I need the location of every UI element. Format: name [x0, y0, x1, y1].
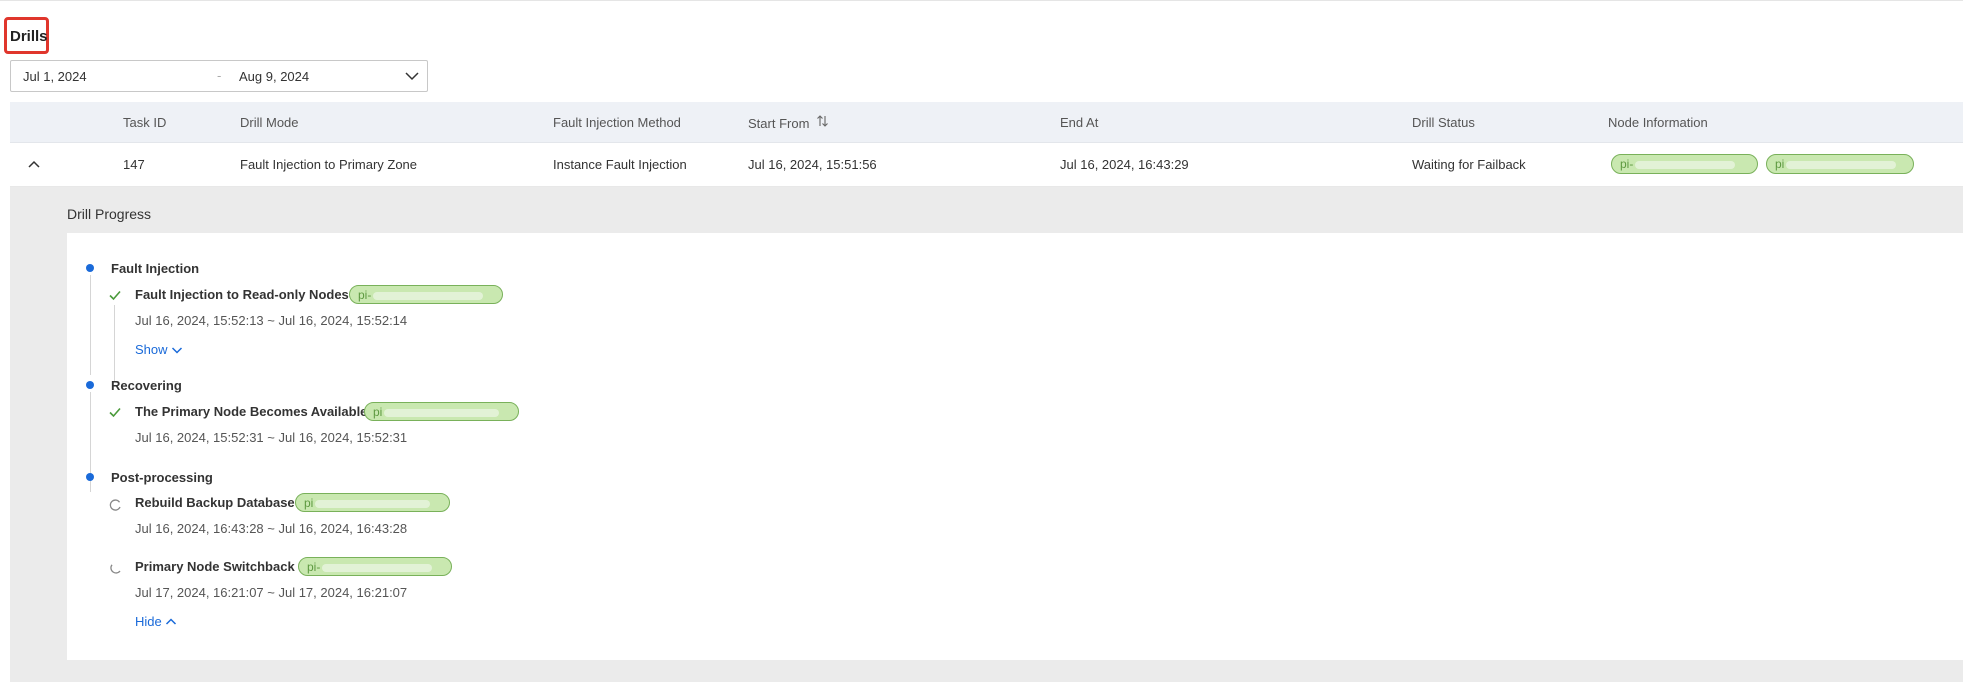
column-header-start-from[interactable]: Start From [748, 115, 829, 131]
stage-label-recovering: Recovering [111, 378, 182, 393]
cell-drill-status: Waiting for Failback [1412, 157, 1526, 172]
cell-fault-method: Instance Fault Injection [553, 157, 687, 172]
check-icon [109, 290, 121, 301]
column-header-fault-method: Fault Injection Method [553, 115, 681, 130]
table-row[interactable]: 147 Fault Injection to Primary Zone Inst… [10, 143, 1963, 187]
cell-start-from: Jul 16, 2024, 15:51:56 [748, 157, 877, 172]
column-header-drill-mode: Drill Mode [240, 115, 299, 130]
node-tag-text: pi- [1620, 157, 1634, 171]
node-tag[interactable]: pi- [349, 285, 503, 304]
loading-spinner-icon [110, 564, 121, 574]
step-time: Jul 16, 2024, 15:52:31 ~ Jul 16, 2024, 1… [135, 430, 408, 445]
column-header-drill-status: Drill Status [1412, 115, 1475, 130]
sort-icon[interactable] [817, 115, 829, 127]
step-label: Primary Node Switchback [135, 559, 295, 574]
redacted-mark [315, 499, 431, 508]
redacted-mark [1635, 160, 1736, 169]
step-time: Jul 17, 2024, 16:21:07 ~ Jul 17, 2024, 1… [135, 585, 408, 600]
node-tag-text: pi- [358, 288, 372, 302]
stage-dot [86, 381, 94, 389]
stage-dot [86, 473, 94, 481]
node-tag-text: pi [1775, 157, 1785, 171]
chevron-up-icon [165, 618, 176, 625]
column-header-task-id: Task ID [123, 115, 167, 130]
redacted-mark [373, 291, 484, 300]
step-connector [114, 305, 115, 381]
column-header-end-at: End At [1060, 115, 1099, 130]
stage-dot [86, 264, 94, 272]
row-expansion: Drill Progress Fault Injection Fault Inj… [10, 187, 1963, 682]
show-toggle-label: Show [135, 342, 168, 357]
cell-task-id: 147 [123, 157, 145, 172]
column-header-start-from-label: Start From [748, 116, 810, 131]
node-tag-text: pi- [307, 560, 321, 574]
step-time: Jul 16, 2024, 15:52:13 ~ Jul 16, 2024, 1… [135, 313, 408, 328]
node-tag[interactable]: pi- [298, 557, 452, 576]
node-tag[interactable]: pi- [1611, 154, 1758, 174]
node-tag[interactable]: pi [364, 402, 519, 421]
drill-progress-panel: Fault Injection Fault Injection to Read-… [67, 233, 1963, 660]
chevron-up-icon[interactable] [26, 156, 42, 172]
drill-progress-title: Drill Progress [67, 206, 152, 222]
redacted-mark [322, 563, 433, 572]
top-divider [0, 0, 1963, 1]
date-range-end[interactable]: Aug 9, 2024 [239, 69, 309, 84]
redacted-mark [384, 408, 500, 417]
stage-label-fault-injection: Fault Injection [111, 261, 200, 276]
redacted-mark [1786, 160, 1897, 169]
chevron-down-icon [171, 347, 182, 354]
date-range-picker[interactable]: Jul 1, 2024 - Aug 9, 2024 [10, 60, 428, 92]
chevron-down-icon[interactable] [404, 68, 420, 84]
date-range-separator: - [217, 68, 222, 83]
node-tag-text: pi [304, 496, 314, 510]
hide-toggle-label: Hide [135, 614, 162, 629]
check-icon [109, 407, 121, 418]
node-tag-text: pi [373, 405, 383, 419]
column-header-node-information: Node Information [1608, 115, 1708, 130]
step-label: The Primary Node Becomes Available [135, 404, 368, 419]
show-toggle[interactable]: Show [135, 342, 183, 357]
cell-drill-mode: Fault Injection to Primary Zone [240, 157, 418, 172]
hide-toggle[interactable]: Hide [135, 614, 177, 629]
date-range-start[interactable]: Jul 1, 2024 [23, 69, 87, 84]
step-time: Jul 16, 2024, 16:43:28 ~ Jul 16, 2024, 1… [135, 521, 408, 536]
step-label: Rebuild Backup Database [135, 495, 295, 510]
loading-spinner-icon [109, 499, 121, 511]
node-tag[interactable]: pi [295, 493, 450, 512]
cell-end-at: Jul 16, 2024, 16:43:29 [1060, 157, 1189, 172]
stage-label-post-processing: Post-processing [111, 470, 213, 485]
node-tag[interactable]: pi [1766, 154, 1914, 174]
page-title: Drills [10, 28, 48, 45]
step-label: Fault Injection to Read-only Nodes [135, 287, 349, 302]
table-header: Task ID Drill Mode Fault Injection Metho… [10, 102, 1963, 143]
timeline-connector [90, 275, 91, 375]
